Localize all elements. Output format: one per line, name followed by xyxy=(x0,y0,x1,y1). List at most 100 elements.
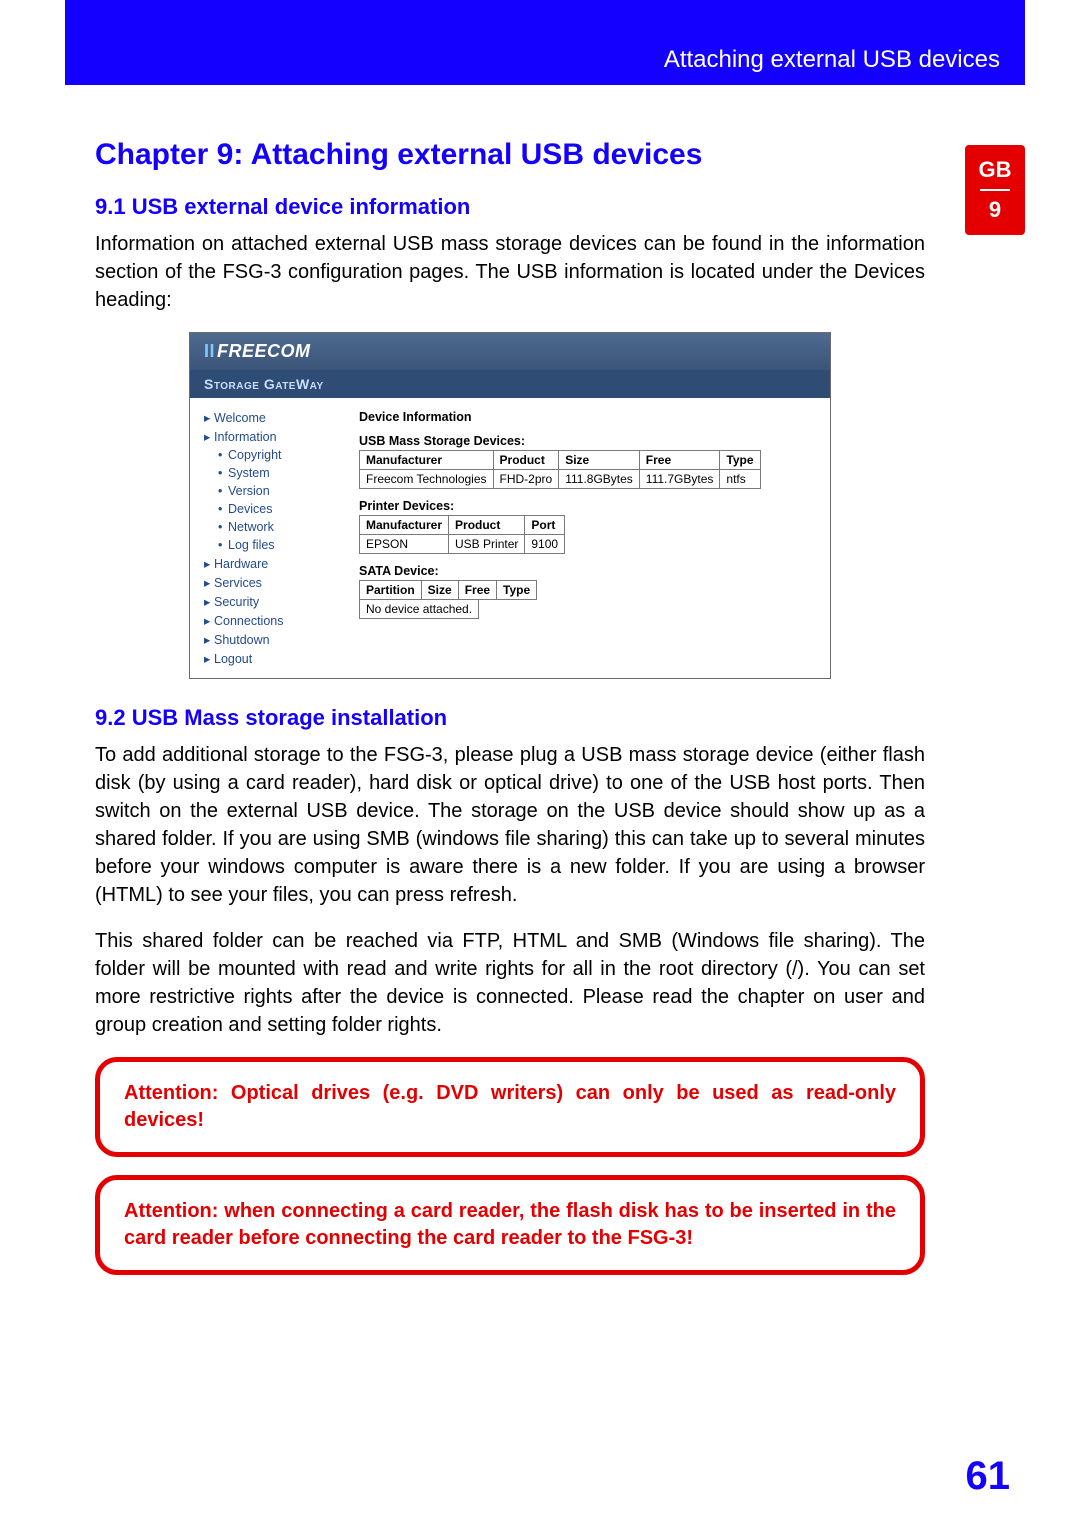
cell: USB Printer xyxy=(449,535,525,554)
cell: ntfs xyxy=(720,470,760,489)
table-header-row: Manufacturer Product Size Free Type xyxy=(360,451,761,470)
cell: FHD-2pro xyxy=(493,470,559,489)
side-tab: GB 9 xyxy=(965,145,1025,235)
col-header: Type xyxy=(497,581,537,600)
nav-label: Network xyxy=(228,520,274,534)
nav-item[interactable]: •Devices xyxy=(204,500,351,518)
nav-label: System xyxy=(228,466,270,480)
attention-box-2: Attention: when connecting a card reader… xyxy=(95,1175,925,1275)
nav-label: Information xyxy=(214,430,277,444)
cell: 111.8GBytes xyxy=(559,470,640,489)
table-row: EPSON USB Printer 9100 xyxy=(360,535,565,554)
usb-devices-table: Manufacturer Product Size Free Type Free… xyxy=(359,450,761,489)
bullet-icon: • xyxy=(218,448,228,462)
nav-item[interactable]: ▸Information xyxy=(204,427,351,446)
bullet-icon: ▸ xyxy=(204,613,214,628)
brand-slash-icon: II xyxy=(204,341,215,361)
section-9-2-para1: To add additional storage to the FSG-3, … xyxy=(95,741,925,909)
col-header: Size xyxy=(559,451,640,470)
document-page: Attaching external USB devices GB 9 Chap… xyxy=(0,0,1080,1529)
nav-item[interactable]: •System xyxy=(204,464,351,482)
col-header: Partition xyxy=(360,581,422,600)
section-9-1-para: Information on attached external USB mas… xyxy=(95,230,925,314)
table-header-row: Partition Size Free Type xyxy=(360,581,537,600)
chapter-title: Chapter 9: Attaching external USB device… xyxy=(95,138,925,172)
header-corner xyxy=(65,0,195,85)
section-9-2-para2: This shared folder can be reached via FT… xyxy=(95,927,925,1039)
bullet-icon: ▸ xyxy=(204,556,214,571)
col-header: Manufacturer xyxy=(360,516,449,535)
col-header: Free xyxy=(458,581,496,600)
nav-item[interactable]: •Version xyxy=(204,482,351,500)
nav-item[interactable]: •Network xyxy=(204,518,351,536)
bullet-icon: • xyxy=(218,466,228,480)
nav-label: Logout xyxy=(214,652,252,666)
printer-devices-title: Printer Devices: xyxy=(359,499,818,513)
attention-box-1: Attention: Optical drives (e.g. DVD writ… xyxy=(95,1057,925,1157)
device-info-title: Device Information xyxy=(359,410,818,424)
side-tab-chapter: 9 xyxy=(965,197,1025,223)
col-header: Manufacturer xyxy=(360,451,494,470)
attention-text: Attention: when connecting a card reader… xyxy=(124,1198,896,1252)
table-header-row: Manufacturer Product Port xyxy=(360,516,565,535)
nav-label: Copyright xyxy=(228,448,282,462)
bullet-icon: • xyxy=(218,520,228,534)
attention-text: Attention: Optical drives (e.g. DVD writ… xyxy=(124,1080,896,1134)
bullet-icon: ▸ xyxy=(204,632,214,647)
nav-label: Shutdown xyxy=(214,633,270,647)
bullet-icon: ▸ xyxy=(204,429,214,444)
printer-devices-table: Manufacturer Product Port EPSON USB Prin… xyxy=(359,515,565,554)
section-9-2-heading: 9.2 USB Mass storage installation xyxy=(95,705,925,731)
col-header: Type xyxy=(720,451,760,470)
content-area: Chapter 9: Attaching external USB device… xyxy=(95,120,925,1293)
nav-item[interactable]: ▸Hardware xyxy=(204,554,351,573)
nav-item[interactable]: ▸Logout xyxy=(204,649,351,668)
usb-devices-title: USB Mass Storage Devices: xyxy=(359,434,818,448)
nav-label: Connections xyxy=(214,614,284,628)
bullet-icon: ▸ xyxy=(204,651,214,666)
nav-item[interactable]: ▸Connections xyxy=(204,611,351,630)
page-number: 61 xyxy=(966,1454,1011,1499)
section-9-1-heading: 9.1 USB external device information xyxy=(95,194,925,220)
nav-item[interactable]: •Copyright xyxy=(204,446,351,464)
nav-item[interactable]: ▸Services xyxy=(204,573,351,592)
embedded-app-panel: IIFREECOM Storage GateWay ▸Welcome ▸Info… xyxy=(189,332,831,679)
side-tab-lang: GB xyxy=(965,157,1025,183)
app-sidebar: ▸Welcome ▸Information •Copyright •System… xyxy=(190,398,355,678)
app-body: ▸Welcome ▸Information •Copyright •System… xyxy=(190,398,830,678)
sata-device-table: Partition Size Free Type xyxy=(359,580,537,600)
nav-label: Security xyxy=(214,595,259,609)
nav-item[interactable]: ▸Shutdown xyxy=(204,630,351,649)
col-header: Port xyxy=(525,516,565,535)
nav-label: Log files xyxy=(228,538,275,552)
sata-device-title: SATA Device: xyxy=(359,564,818,578)
col-header: Product xyxy=(449,516,525,535)
col-header: Free xyxy=(639,451,720,470)
cell: EPSON xyxy=(360,535,449,554)
side-tab-divider xyxy=(980,189,1010,191)
app-main: Device Information USB Mass Storage Devi… xyxy=(355,398,830,678)
bullet-icon: ▸ xyxy=(204,575,214,590)
nav-label: Version xyxy=(228,484,270,498)
bullet-icon: • xyxy=(218,484,228,498)
cell: 9100 xyxy=(525,535,565,554)
nav-label: Services xyxy=(214,576,262,590)
bullet-icon: ▸ xyxy=(204,410,214,425)
app-subtitle-bar: Storage GateWay xyxy=(190,370,830,398)
nav-label: Welcome xyxy=(214,411,266,425)
nav-item[interactable]: •Log files xyxy=(204,536,351,554)
running-header: Attaching external USB devices xyxy=(664,46,1000,74)
cell: Freecom Technologies xyxy=(360,470,494,489)
bullet-icon: ▸ xyxy=(204,594,214,609)
bullet-icon: • xyxy=(218,538,228,552)
table-row: Freecom Technologies FHD-2pro 111.8GByte… xyxy=(360,470,761,489)
nav-item[interactable]: ▸Security xyxy=(204,592,351,611)
sata-empty-text: No device attached. xyxy=(359,600,479,619)
nav-item[interactable]: ▸Welcome xyxy=(204,408,351,427)
nav-label: Devices xyxy=(228,502,272,516)
nav-label: Hardware xyxy=(214,557,268,571)
cell: 111.7GBytes xyxy=(639,470,720,489)
col-header: Size xyxy=(421,581,458,600)
bullet-icon: • xyxy=(218,502,228,516)
brand-name: FREECOM xyxy=(217,341,311,361)
